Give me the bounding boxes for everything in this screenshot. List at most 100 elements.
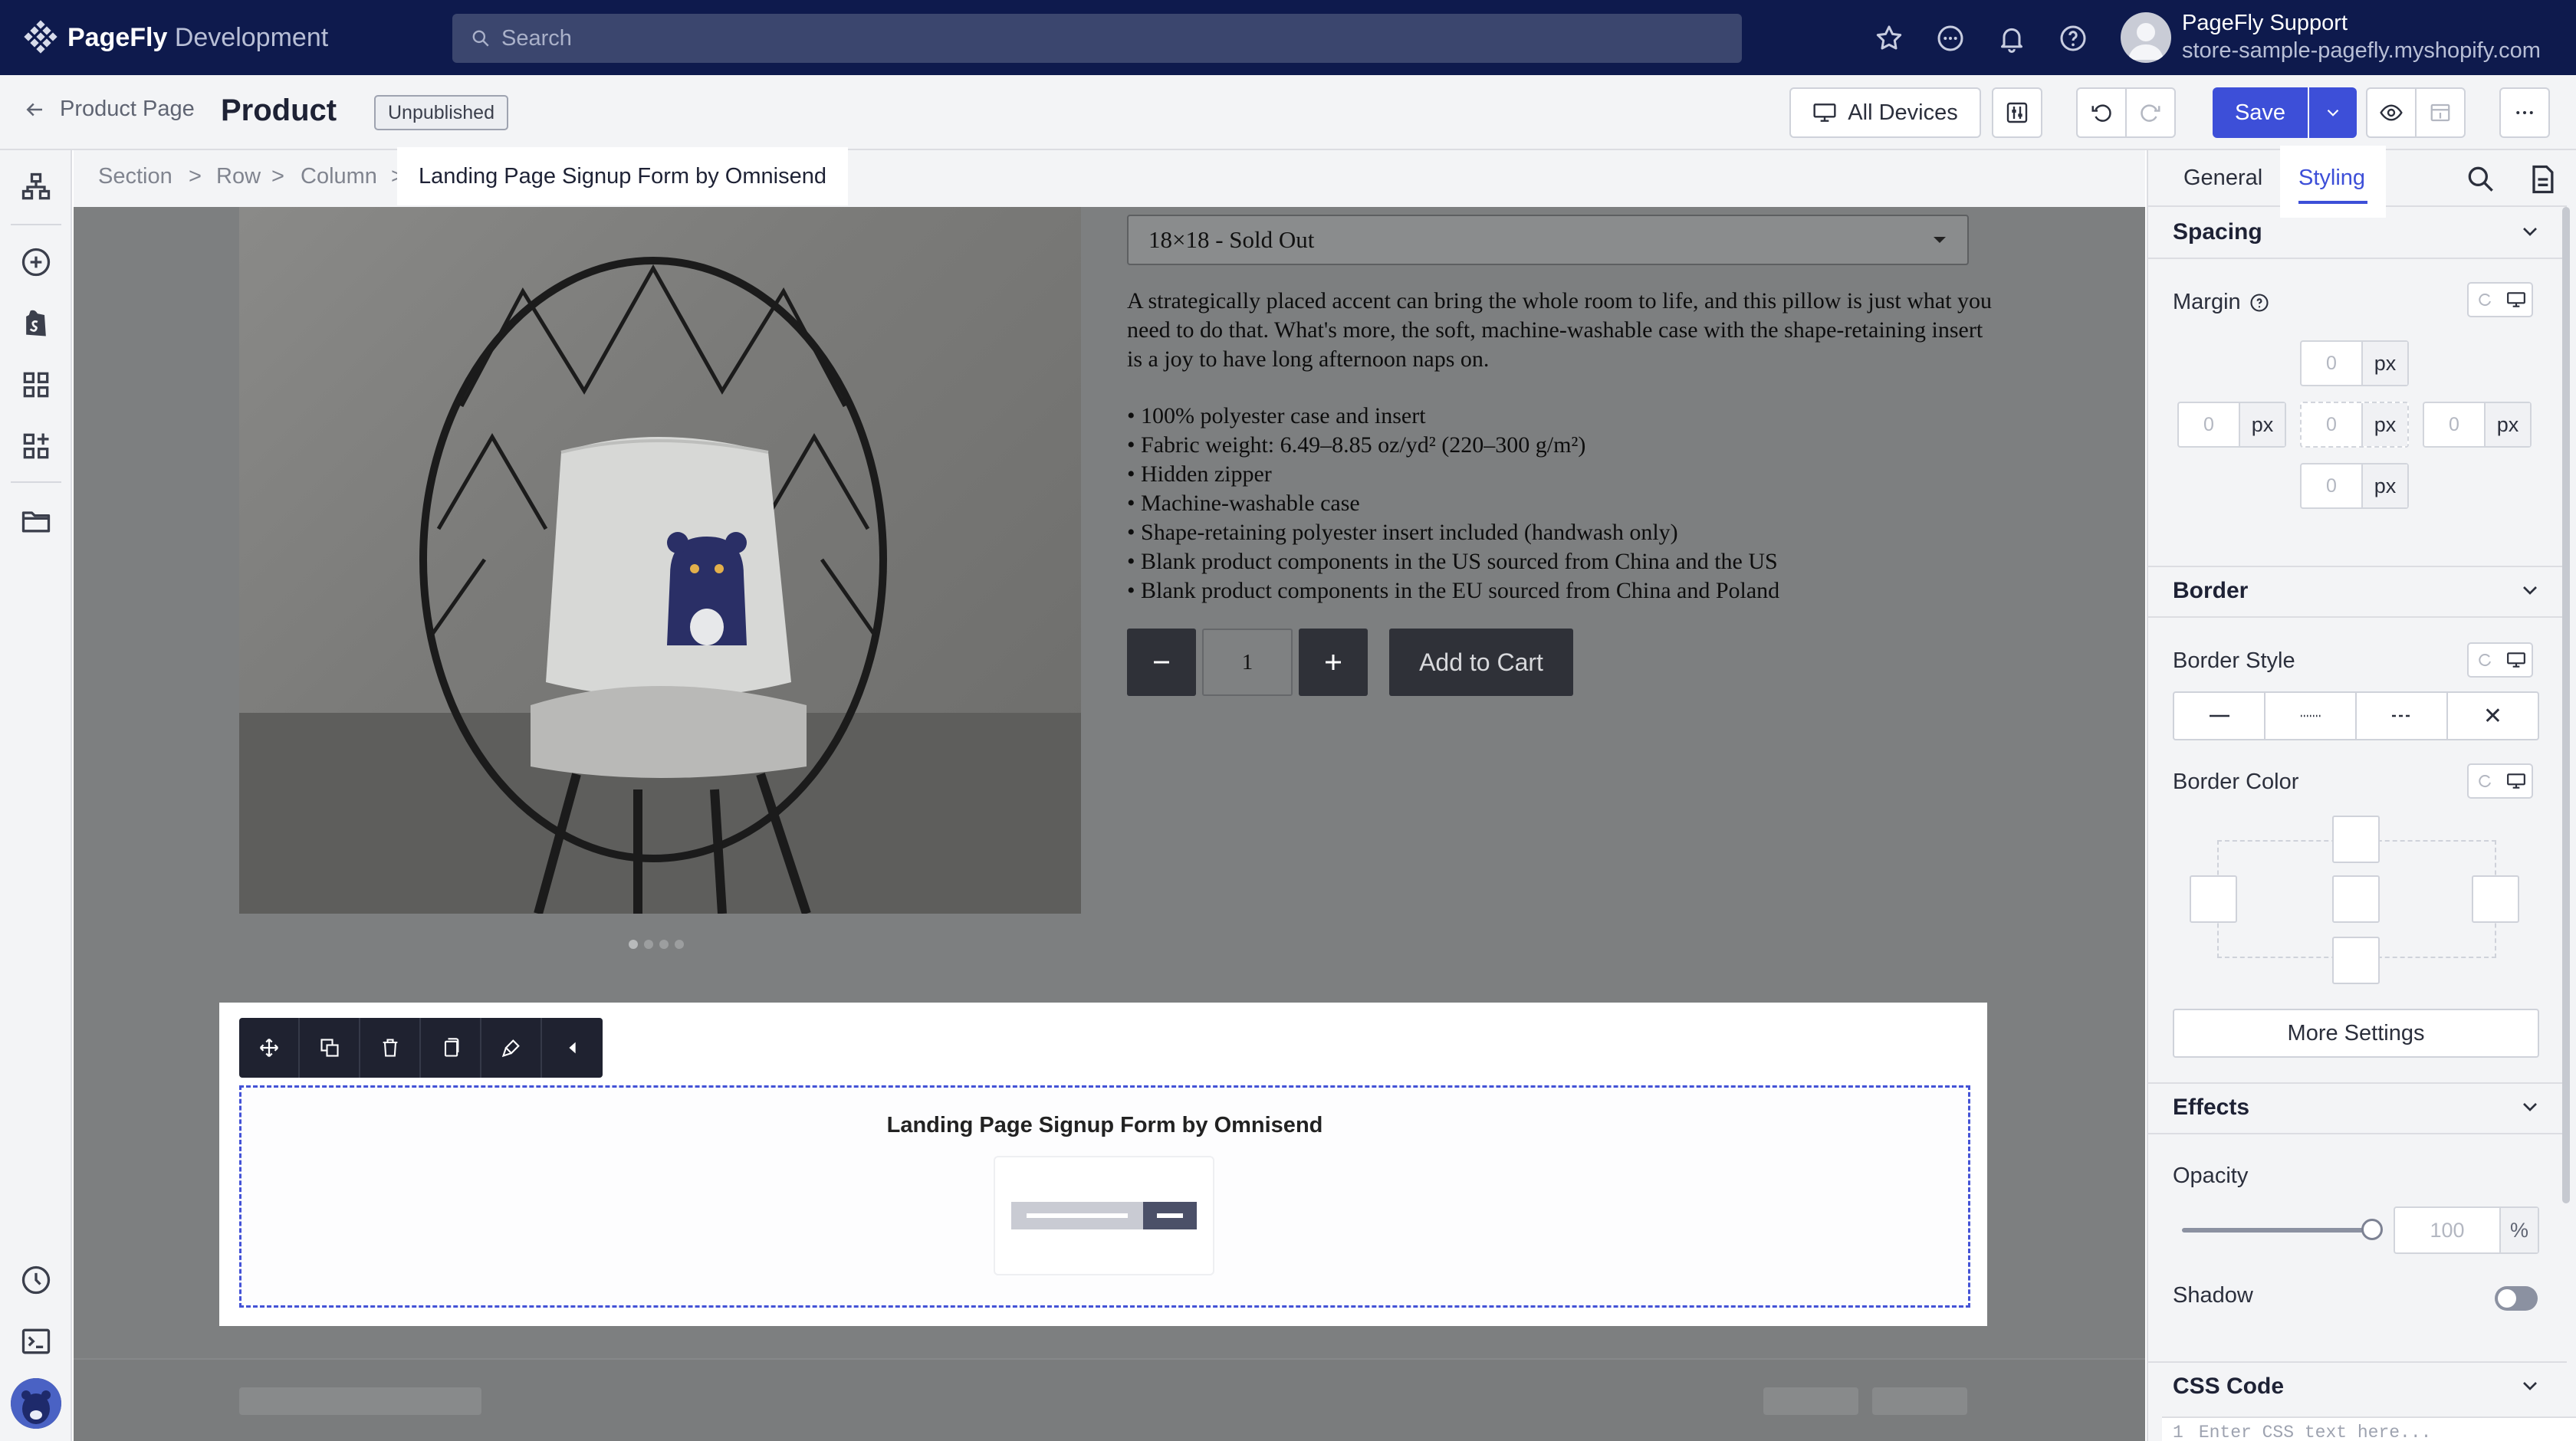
panel-scrollbar[interactable] bbox=[2562, 207, 2570, 1203]
app-logo[interactable]: PageFly Development bbox=[23, 19, 328, 56]
collapse-toolbar-button[interactable] bbox=[542, 1018, 603, 1078]
product-image[interactable] bbox=[239, 207, 1081, 914]
all-devices-button[interactable]: All Devices bbox=[1789, 87, 1981, 138]
move-element-button[interactable] bbox=[239, 1018, 300, 1078]
border-style-solid[interactable] bbox=[2174, 693, 2266, 739]
help-icon[interactable] bbox=[2058, 23, 2088, 54]
reset-button[interactable] bbox=[2469, 644, 2500, 676]
chevron-down-icon[interactable] bbox=[2518, 578, 2542, 602]
border-color-left[interactable] bbox=[2190, 875, 2237, 923]
info-icon[interactable] bbox=[2249, 292, 2270, 313]
star-icon[interactable] bbox=[1874, 23, 1904, 54]
panel-divider bbox=[2147, 1082, 2567, 1084]
reset-button[interactable] bbox=[2469, 284, 2500, 316]
chat-icon[interactable] bbox=[1935, 23, 1966, 54]
device-toggle-button[interactable] bbox=[2500, 284, 2532, 316]
folder-icon[interactable] bbox=[19, 504, 53, 538]
section-title-spacing[interactable]: Spacing bbox=[2173, 219, 2262, 245]
border-color-all[interactable] bbox=[2332, 875, 2380, 923]
variant-select[interactable]: 18×18 - Sold Out bbox=[1127, 215, 1969, 265]
search-icon[interactable] bbox=[2464, 162, 2498, 196]
breadcrumb-item-row[interactable]: Row bbox=[216, 164, 261, 189]
border-color-top[interactable] bbox=[2332, 816, 2380, 863]
margin-reset-device-group bbox=[2467, 282, 2533, 317]
device-toggle-button[interactable] bbox=[2500, 765, 2532, 797]
section-title-css-code[interactable]: CSS Code bbox=[2173, 1374, 2284, 1400]
section-title-border[interactable]: Border bbox=[2173, 578, 2248, 604]
tab-general[interactable]: General bbox=[2183, 166, 2262, 191]
carousel-dot[interactable] bbox=[659, 940, 669, 949]
all-devices-label: All Devices bbox=[1848, 100, 1958, 125]
unit-label[interactable]: px bbox=[2239, 403, 2285, 446]
margin-left-input[interactable]: 0 px bbox=[2177, 402, 2286, 448]
trash-icon bbox=[383, 1039, 397, 1057]
unit-label[interactable]: px bbox=[2361, 403, 2407, 446]
breadcrumb-item-section[interactable]: Section bbox=[98, 164, 172, 189]
dotted-line-icon bbox=[2300, 714, 2321, 717]
page-structure-icon[interactable] bbox=[19, 170, 53, 204]
save-button[interactable]: Save bbox=[2213, 87, 2308, 138]
copy-element-button[interactable] bbox=[421, 1018, 481, 1078]
shopify-bag-icon[interactable] bbox=[19, 307, 53, 340]
more-options-button[interactable] bbox=[2499, 87, 2550, 138]
back-link[interactable]: Product Page bbox=[23, 97, 195, 122]
reset-icon bbox=[2478, 654, 2491, 667]
carousel-dot[interactable] bbox=[675, 940, 684, 949]
publish-button[interactable] bbox=[2415, 87, 2466, 138]
border-style-dashed[interactable] bbox=[2357, 693, 2448, 739]
chevron-down-icon[interactable] bbox=[2518, 219, 2542, 244]
user-avatar[interactable] bbox=[2121, 12, 2171, 63]
reset-button[interactable] bbox=[2469, 765, 2500, 797]
add-to-cart-button[interactable]: Add to Cart bbox=[1389, 629, 1573, 696]
add-element-icon[interactable] bbox=[19, 245, 53, 279]
unit-label[interactable]: px bbox=[2361, 342, 2407, 385]
breadcrumb-item-current[interactable]: Landing Page Signup Form by Omnisend bbox=[397, 147, 848, 205]
quantity-increase-button[interactable] bbox=[1299, 629, 1368, 696]
duplicate-element-button[interactable] bbox=[300, 1018, 360, 1078]
undo-button[interactable] bbox=[2076, 87, 2127, 138]
chevron-down-icon[interactable] bbox=[2518, 1095, 2542, 1119]
border-color-bottom[interactable] bbox=[2332, 937, 2380, 984]
delete-element-button[interactable] bbox=[360, 1018, 421, 1078]
variant-selected-value: 18×18 - Sold Out bbox=[1148, 226, 1315, 253]
save-options-button[interactable] bbox=[2309, 87, 2357, 138]
margin-top-input[interactable]: 0 px bbox=[2300, 340, 2409, 386]
quantity-input[interactable]: 1 bbox=[1202, 629, 1293, 696]
preview-button[interactable] bbox=[2366, 87, 2417, 138]
section-title-effects[interactable]: Effects bbox=[2173, 1095, 2249, 1121]
chair-pillow-illustration bbox=[239, 257, 1081, 914]
history-icon[interactable] bbox=[19, 1263, 53, 1297]
border-style-dotted[interactable] bbox=[2266, 693, 2357, 739]
border-color-right[interactable] bbox=[2472, 875, 2519, 923]
document-icon[interactable] bbox=[2525, 162, 2559, 196]
chevron-down-icon[interactable] bbox=[2518, 1374, 2542, 1398]
layout-settings-button[interactable] bbox=[1992, 87, 2042, 138]
border-style-none[interactable]: ✕ bbox=[2448, 693, 2538, 739]
breadcrumb-item-column[interactable]: Column bbox=[301, 164, 377, 189]
device-toggle-button[interactable] bbox=[2500, 644, 2532, 676]
opacity-input[interactable]: 100 % bbox=[2394, 1206, 2539, 1254]
bell-icon[interactable] bbox=[1996, 23, 2027, 54]
app-integrations-icon[interactable] bbox=[19, 429, 53, 463]
css-code-editor[interactable]: 1 Enter CSS text here... bbox=[2162, 1416, 2576, 1441]
unit-label[interactable]: px bbox=[2484, 403, 2530, 446]
shadow-label: Shadow bbox=[2173, 1283, 2253, 1308]
opacity-slider-handle[interactable] bbox=[2361, 1219, 2383, 1240]
style-element-button[interactable] bbox=[481, 1018, 542, 1078]
reset-icon bbox=[2478, 775, 2491, 788]
redo-button[interactable] bbox=[2125, 87, 2176, 138]
terminal-icon[interactable] bbox=[19, 1324, 53, 1358]
global-search-input[interactable]: Search bbox=[452, 14, 1742, 63]
apps-grid-icon[interactable] bbox=[19, 368, 53, 402]
more-settings-button[interactable]: More Settings bbox=[2173, 1009, 2539, 1058]
workspace-avatar[interactable] bbox=[11, 1378, 61, 1429]
product-bullet: • Blank product components in the US sou… bbox=[1127, 549, 1778, 574]
carousel-dot[interactable] bbox=[644, 940, 653, 949]
unit-label[interactable]: px bbox=[2361, 464, 2407, 507]
opacity-slider[interactable] bbox=[2182, 1228, 2372, 1233]
carousel-dot[interactable] bbox=[629, 940, 638, 949]
quantity-decrease-button[interactable] bbox=[1127, 629, 1196, 696]
margin-center-input[interactable]: 0 px bbox=[2300, 402, 2409, 448]
margin-bottom-input[interactable]: 0 px bbox=[2300, 463, 2409, 509]
margin-right-input[interactable]: 0 px bbox=[2423, 402, 2532, 448]
